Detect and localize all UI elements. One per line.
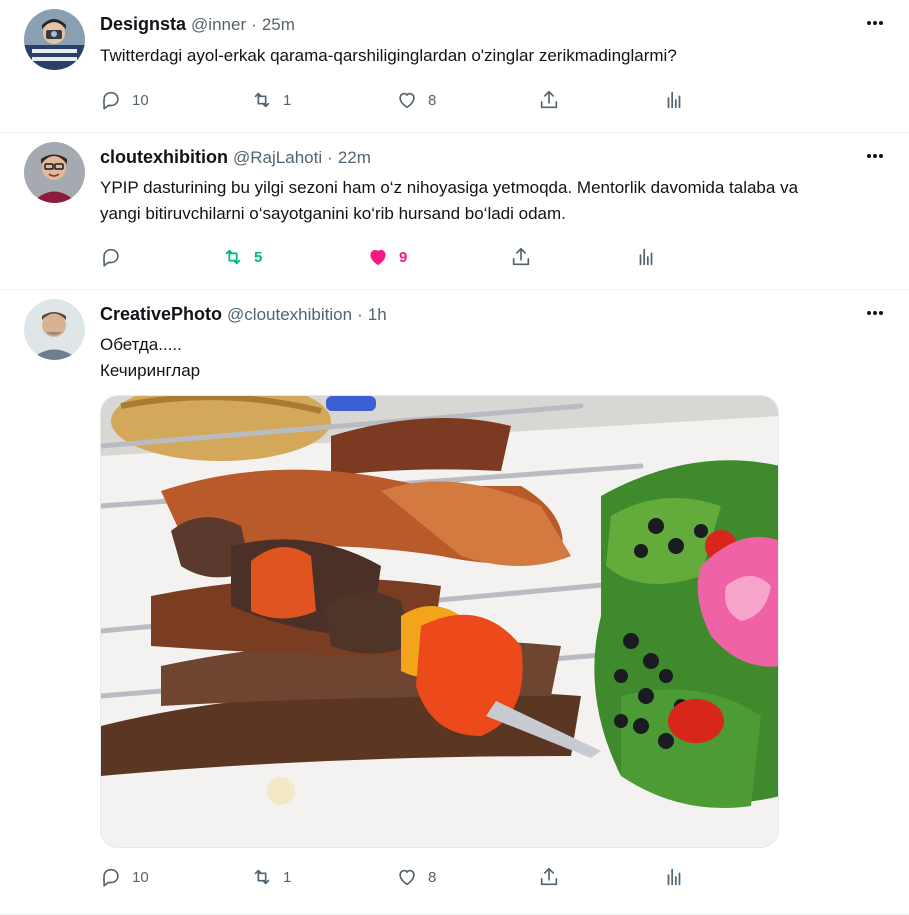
more-icon <box>867 154 871 158</box>
tweet-text: YPIP dasturining bu yilgi sezoni ham o‘z… <box>100 175 869 227</box>
reply-icon <box>103 91 119 110</box>
handle[interactable]: @inner <box>191 15 246 34</box>
like-count: 8 <box>428 868 437 886</box>
retweet-count: 1 <box>283 91 292 109</box>
share-button[interactable] <box>510 243 532 271</box>
display-name[interactable]: cloutexhibition <box>100 147 228 167</box>
like-icon <box>399 92 415 109</box>
separator: · <box>357 305 363 324</box>
analytics-icon <box>667 868 681 886</box>
tweet-actions: 10 1 8 <box>100 863 690 891</box>
like-button[interactable]: 8 <box>396 863 436 891</box>
retweet-count: 1 <box>283 868 292 886</box>
like-button[interactable]: 9 <box>367 243 407 271</box>
tweet-photo[interactable] <box>100 395 779 848</box>
retweet-button[interactable]: 1 <box>251 863 291 891</box>
tweet-text-line: Twitterdagi ayol-erkak qarama-qarshiligi… <box>100 46 677 65</box>
more-options-button[interactable] <box>865 146 885 166</box>
analytics-icon <box>667 91 681 109</box>
tweet-text-line: Кечиринглар <box>100 361 201 380</box>
more-options-button[interactable] <box>865 13 885 33</box>
timeline-feed: Designsta @inner · 25m Twitterdagi ayol-… <box>0 0 909 915</box>
like-icon <box>399 869 415 886</box>
like-button[interactable]: 8 <box>396 86 436 114</box>
display-name[interactable]: Designsta <box>100 14 186 34</box>
like-icon <box>370 249 386 266</box>
separator: · <box>327 148 333 167</box>
retweet-icon <box>225 249 241 265</box>
like-count: 8 <box>428 91 437 109</box>
avatar[interactable] <box>24 299 85 360</box>
timestamp[interactable]: 25m <box>262 15 295 34</box>
reply-icon <box>103 248 119 267</box>
tweet-text-line: yangi bitiruvchilarni o‘sayotganini ko‘r… <box>100 204 566 223</box>
tweet-text: Обетда..... Кечиринглар <box>100 332 869 384</box>
tweet-header: Designsta @inner · 25m <box>100 14 295 35</box>
tweet-text-line: Обетда..... <box>100 335 182 354</box>
share-icon <box>512 247 530 266</box>
reply-count: 10 <box>132 91 149 109</box>
like-count: 9 <box>399 248 408 266</box>
more-icon <box>867 21 871 25</box>
tweet-header: CreativePhoto @cloutexhibition · 1h <box>100 304 387 325</box>
tweet[interactable]: cloutexhibition @RajLahoti · 22m YPIP da… <box>0 133 909 290</box>
share-button[interactable] <box>538 863 560 891</box>
handle[interactable]: @RajLahoti <box>233 148 322 167</box>
handle[interactable]: @cloutexhibition <box>227 305 352 324</box>
timestamp[interactable]: 1h <box>368 305 387 324</box>
reply-button[interactable] <box>100 243 132 271</box>
analytics-button[interactable] <box>663 86 685 114</box>
retweet-button[interactable]: 1 <box>251 86 291 114</box>
timestamp[interactable]: 22m <box>338 148 371 167</box>
tweet-text-line: YPIP dasturining bu yilgi sezoni ham o‘z… <box>100 178 799 197</box>
more-icon <box>867 311 871 315</box>
retweet-button[interactable]: 5 <box>222 243 262 271</box>
display-name[interactable]: CreativePhoto <box>100 304 222 324</box>
share-icon <box>540 90 558 109</box>
analytics-icon <box>639 248 653 266</box>
tweet-actions: 5 9 <box>100 243 690 271</box>
separator: · <box>251 15 257 34</box>
analytics-button[interactable] <box>663 863 685 891</box>
reply-button[interactable]: 10 <box>100 863 149 891</box>
share-button[interactable] <box>538 86 560 114</box>
more-options-button[interactable] <box>865 303 885 323</box>
tweet-header: cloutexhibition @RajLahoti · 22m <box>100 147 371 168</box>
reply-icon <box>103 868 119 887</box>
avatar[interactable] <box>24 142 85 203</box>
tweet-actions: 10 1 8 <box>100 86 690 114</box>
reply-count: 10 <box>132 868 149 886</box>
reply-button[interactable]: 10 <box>100 86 149 114</box>
tweet[interactable]: Designsta @inner · 25m Twitterdagi ayol-… <box>0 0 909 133</box>
kebab-photo <box>101 396 778 847</box>
tweet-text: Twitterdagi ayol-erkak qarama-qarshiligi… <box>100 43 869 69</box>
avatar[interactable] <box>24 9 85 70</box>
tweet[interactable]: CreativePhoto @cloutexhibition · 1h Обет… <box>0 290 909 915</box>
retweet-icon <box>254 92 270 108</box>
retweet-icon <box>254 869 270 885</box>
analytics-button[interactable] <box>635 243 657 271</box>
share-icon <box>540 867 558 886</box>
retweet-count: 5 <box>254 248 263 266</box>
